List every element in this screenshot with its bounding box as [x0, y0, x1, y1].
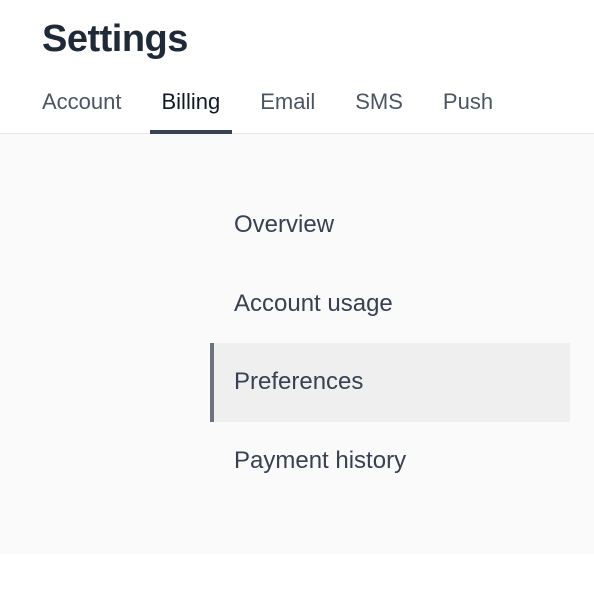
subnav-item-overview[interactable]: Overview — [210, 186, 570, 264]
tab-sms[interactable]: SMS — [355, 89, 403, 133]
subnav-item-payment-history[interactable]: Payment history — [210, 422, 570, 500]
tab-billing[interactable]: Billing — [162, 89, 221, 133]
tab-email[interactable]: Email — [260, 89, 315, 133]
tab-account[interactable]: Account — [42, 89, 122, 133]
subnav: Overview Account usage Preferences Payme… — [210, 186, 570, 500]
tabs: Account Billing Email SMS Push — [42, 89, 552, 133]
content-section: Overview Account usage Preferences Payme… — [0, 134, 594, 554]
subnav-item-account-usage[interactable]: Account usage — [210, 265, 570, 343]
header-section: Settings Account Billing Email SMS Push — [0, 0, 594, 134]
tab-push[interactable]: Push — [443, 89, 493, 133]
subnav-item-preferences[interactable]: Preferences — [210, 343, 570, 421]
page-title: Settings — [42, 18, 552, 61]
